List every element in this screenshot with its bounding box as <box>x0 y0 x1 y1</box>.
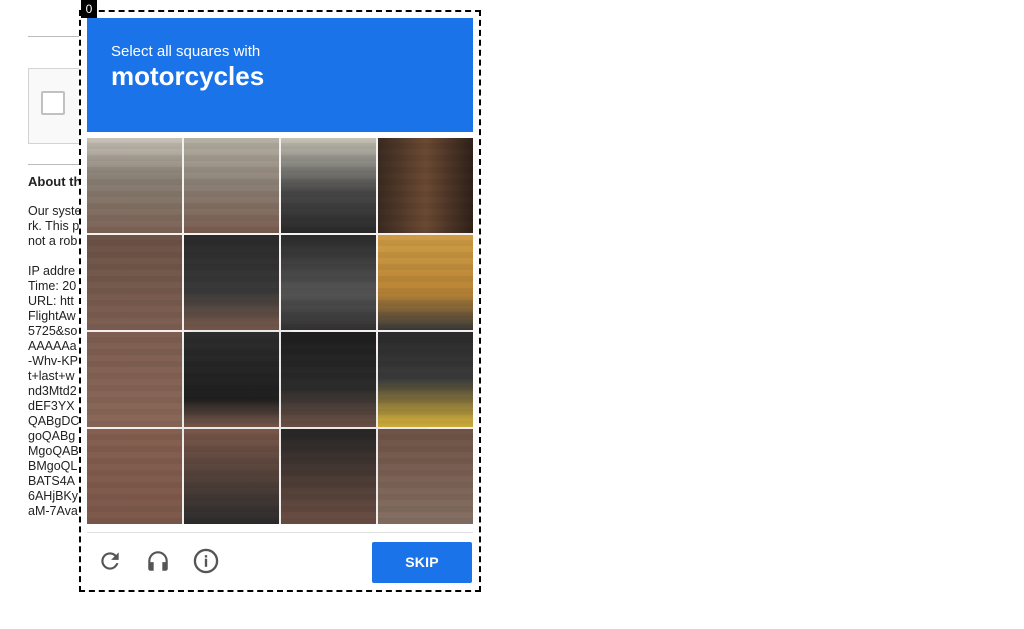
instruction-target: motorcycles <box>111 61 265 91</box>
grid-tile-r4c3[interactable] <box>280 428 377 525</box>
footer-divider <box>87 532 473 533</box>
grid-tile-r2c2[interactable] <box>183 234 280 331</box>
grid-tile-r3c2[interactable] <box>183 331 280 428</box>
grid-tile-r1c1[interactable] <box>86 137 183 234</box>
about-title: About th <box>28 174 82 189</box>
challenge-header: Select all squares with motorcycles <box>87 18 473 132</box>
grid-tile-r1c4[interactable] <box>377 137 474 234</box>
image-grid <box>86 137 474 525</box>
grid-tile-r3c1[interactable] <box>86 331 183 428</box>
skip-button[interactable]: SKIP <box>372 542 472 583</box>
grid-tile-r3c4[interactable] <box>377 331 474 428</box>
grid-tile-r3c3[interactable] <box>280 331 377 428</box>
page: About th Our syste rk. This p not a rob IP … <box>0 0 1024 629</box>
info-icon[interactable] <box>191 546 221 576</box>
recaptcha-checkbox[interactable] <box>41 91 65 115</box>
instruction-small: Select all squares with <box>111 43 261 60</box>
grid-tile-r1c2[interactable] <box>183 137 280 234</box>
grid-tile-r2c4[interactable] <box>377 234 474 331</box>
challenge-counter: 0 <box>81 0 97 18</box>
grid-tile-r4c4[interactable] <box>377 428 474 525</box>
grid-tile-r1c3[interactable] <box>280 137 377 234</box>
grid-tile-r2c3[interactable] <box>280 234 377 331</box>
grid-tile-r4c1[interactable] <box>86 428 183 525</box>
grid-tile-r2c1[interactable] <box>86 234 183 331</box>
headphones-icon[interactable] <box>143 546 173 576</box>
grid-tile-r4c2[interactable] <box>183 428 280 525</box>
reload-icon[interactable] <box>95 546 125 576</box>
